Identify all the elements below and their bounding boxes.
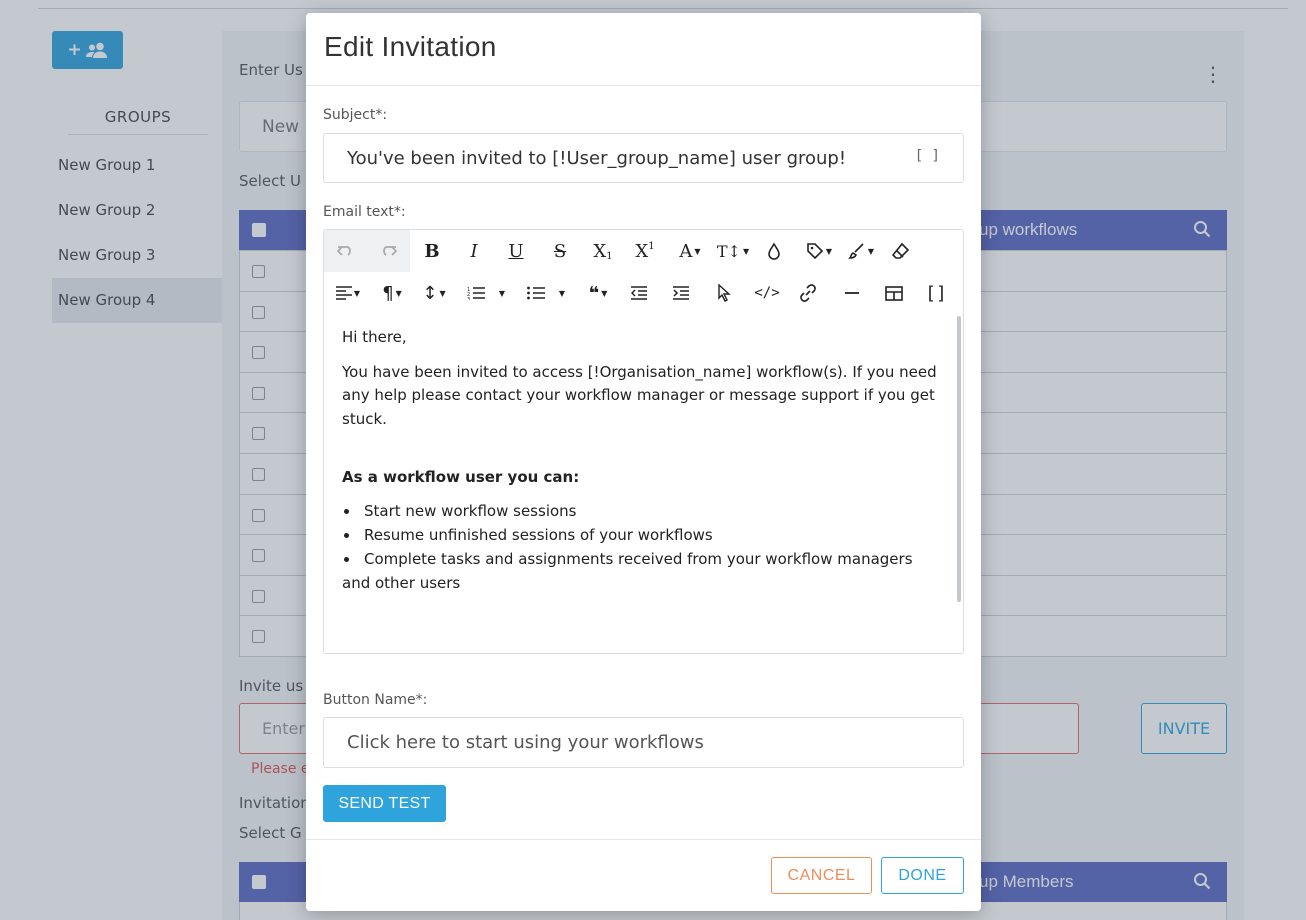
editor-scrollbar[interactable] <box>957 316 961 602</box>
undo-icon[interactable] <box>334 234 358 268</box>
list-item: Start new workflow sessions <box>342 499 941 523</box>
select-icon[interactable] <box>712 276 736 310</box>
subject-label: Subject*: <box>323 107 388 123</box>
email-text-label: Email text*: <box>323 204 406 220</box>
edit-invitation-modal: Edit Invitation Subject*: You've been in… <box>306 13 981 911</box>
list-item: Complete tasks and assignments received … <box>342 547 941 595</box>
bold-icon[interactable]: B <box>420 234 444 268</box>
code-icon[interactable]: </> <box>754 276 780 310</box>
paint-brush-icon[interactable]: ▼ <box>844 234 878 268</box>
font-family-icon[interactable]: A ▼ <box>674 234 706 268</box>
brackets-icon[interactable]: [] <box>924 276 948 310</box>
cancel-button[interactable]: CANCEL <box>771 857 872 894</box>
email-body[interactable]: Hi there, You have been invited to acces… <box>342 326 941 595</box>
subject-input[interactable]: You've been invited to [!User_group_name… <box>323 133 964 183</box>
modal-footer-divider <box>306 839 981 840</box>
quote-icon[interactable]: ❝ ▼ <box>582 276 614 310</box>
svg-text:3: 3 <box>467 297 470 300</box>
done-button[interactable]: DONE <box>881 857 964 894</box>
button-name-label: Button Name*: <box>323 692 428 708</box>
strikethrough-icon[interactable]: S <box>548 234 572 268</box>
horizontal-rule-icon[interactable] <box>840 276 864 310</box>
subject-value: You've been invited to [!User_group_name… <box>347 147 847 169</box>
superscript-icon[interactable]: X1 <box>632 234 658 268</box>
placeholder-brackets-icon[interactable]: [ ] <box>915 148 940 164</box>
list-item: Resume unfinished sessions of your workf… <box>342 523 941 547</box>
link-icon[interactable] <box>796 276 820 310</box>
modal-title: Edit Invitation <box>324 31 497 62</box>
send-test-button[interactable]: SEND TEST <box>323 785 446 822</box>
outdent-icon[interactable] <box>627 276 651 310</box>
text-color-icon[interactable] <box>762 234 786 268</box>
italic-icon[interactable]: I <box>462 234 486 268</box>
subscript-icon[interactable]: X1 <box>590 234 616 268</box>
eraser-icon[interactable] <box>889 234 913 268</box>
tag-icon[interactable]: ▼ <box>802 234 836 268</box>
ordered-list-icon[interactable]: 1 2 3 ▼ <box>464 276 508 310</box>
capabilities-list: Start new workflow sessions Resume unfin… <box>342 499 941 595</box>
intro-text: You have been invited to access [!Organi… <box>342 362 937 428</box>
align-icon[interactable]: ▼ <box>332 276 364 310</box>
indent-icon[interactable] <box>669 276 693 310</box>
underline-icon[interactable]: U <box>504 234 528 268</box>
redo-icon[interactable] <box>376 234 400 268</box>
table-icon[interactable] <box>882 276 906 310</box>
email-rich-text-editor[interactable]: B I U S X1 X1 A ▼ T↕ ▼ ▼ ▼ ▼ ¶ ▼ ↕ ▼ 1 2 3 ▼ ▼ … <box>323 229 964 654</box>
line-height-icon[interactable]: ↕ ▼ <box>419 276 449 310</box>
list-title: As a workflow user you can: <box>342 468 580 486</box>
button-name-input[interactable]: Click here to start using your workflows <box>323 717 964 768</box>
font-size-icon[interactable]: T↕ ▼ <box>716 234 750 268</box>
modal-header-divider <box>306 85 981 86</box>
unordered-list-icon[interactable]: ▼ <box>524 276 568 310</box>
greeting-text: Hi there, <box>342 328 407 346</box>
paragraph-icon[interactable]: ¶ ▼ <box>376 276 408 310</box>
